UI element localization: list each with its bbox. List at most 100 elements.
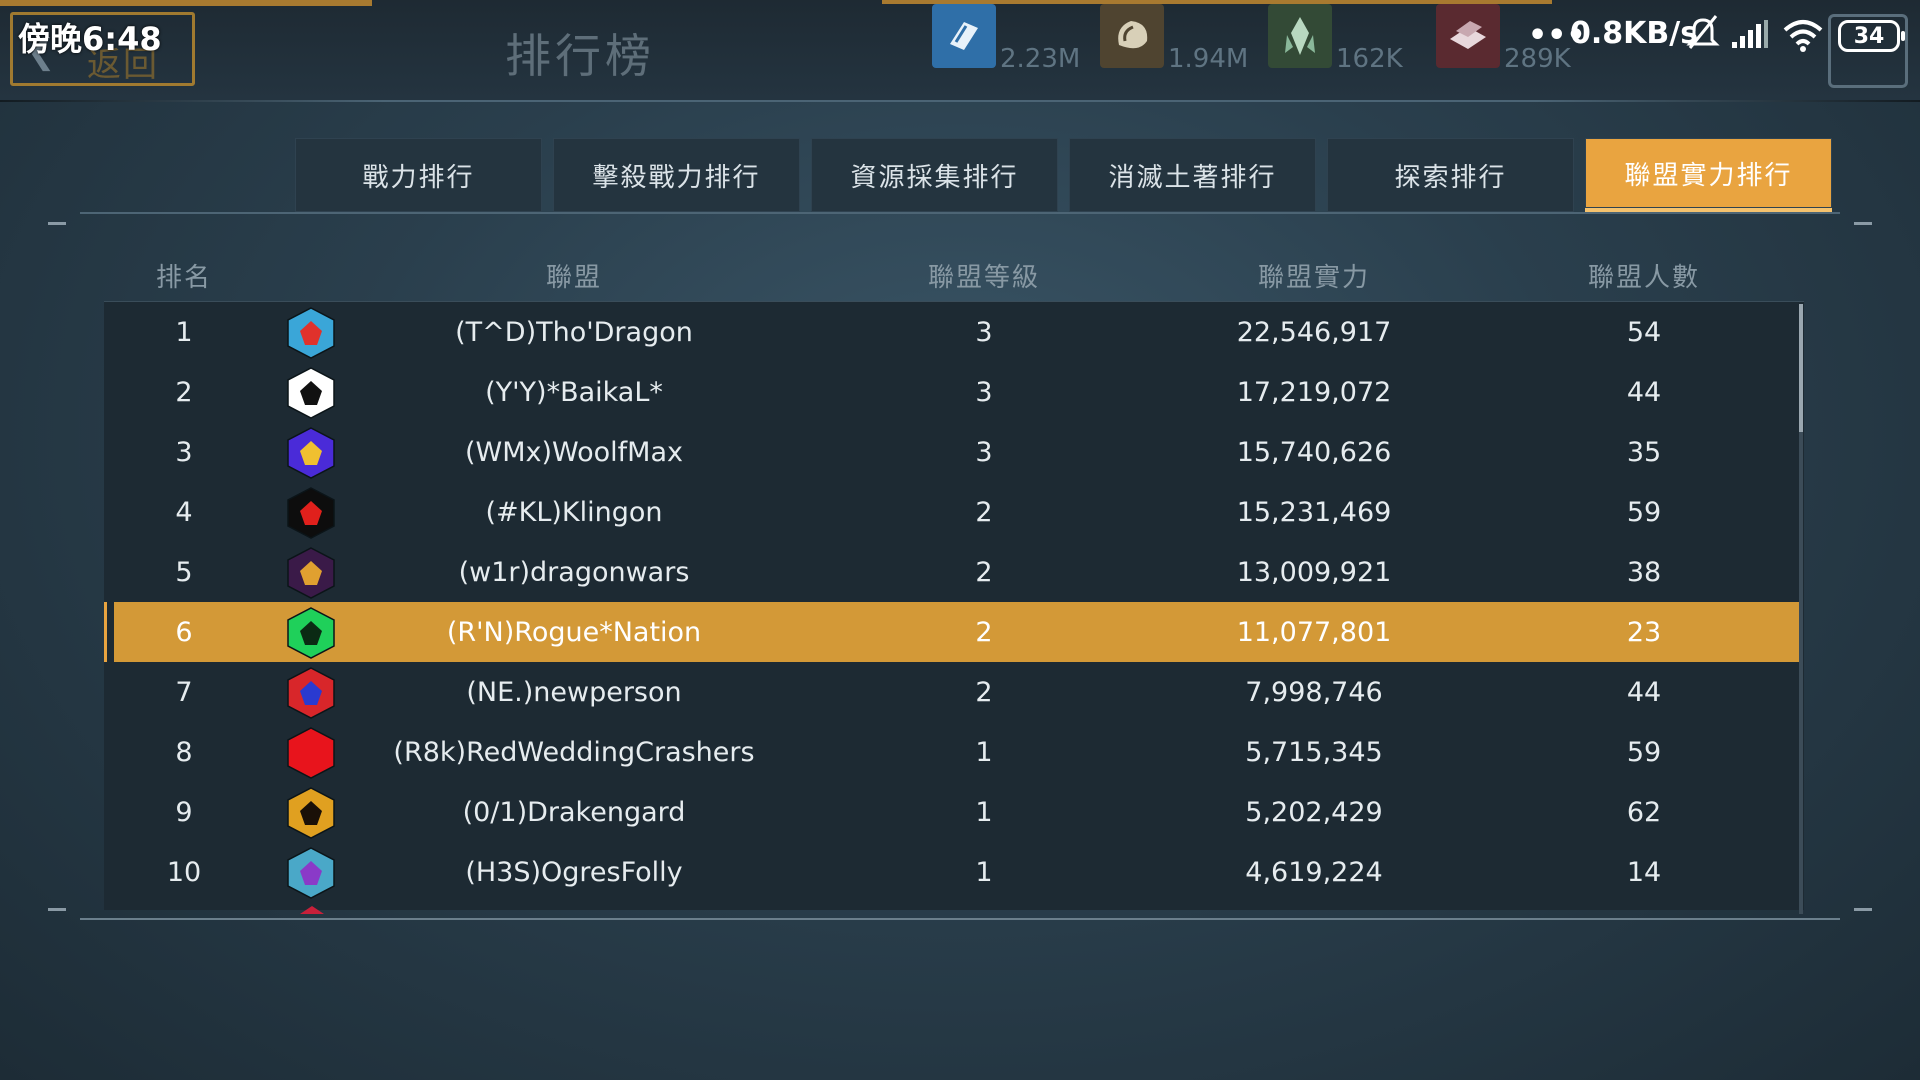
rank-cell: 2 [175,376,193,408]
tab-kill-power-ranking[interactable]: 擊殺戰力排行 [553,138,800,212]
tab-divider [80,212,1840,214]
alliance-name-cell: (WMx)WoolfMax [464,436,684,468]
table-row[interactable]: 9 (0/1)Drakengard 1 5,202,429 62 [104,782,1799,842]
power-cell: 4,619,224 [1245,856,1383,888]
members-cell: 54 [1626,316,1662,348]
level-cell: 2 [975,676,993,708]
level-cell: 2 [975,496,993,528]
members-cell: 44 [1626,676,1662,708]
tab-native-kill-ranking[interactable]: 消滅土著排行 [1069,138,1316,212]
power-cell: 15,740,626 [1236,436,1392,468]
scrollbar-thumb[interactable] [1799,304,1803,432]
top-accent-line [0,0,372,6]
alliance-name-cell: (R8k)RedWeddingCrashers [393,736,755,768]
power-cell: 17,219,072 [1236,376,1392,408]
column-power-header: 聯盟實力 [1257,262,1370,293]
table-row[interactable]: 3 (WMx)WoolfMax 3 15,740,626 35 [104,422,1799,482]
members-cell: 23 [1626,616,1662,648]
rank-cell: 9 [175,796,193,828]
rank-cell: 7 [175,676,193,708]
blue-star-emblem-icon [287,307,335,359]
metal-resource-icon [932,4,996,68]
members-cell: 44 [1626,376,1662,408]
alliance-name-cell: (0/1)Drakengard [462,796,686,828]
power-cell: 5,202,429 [1245,796,1383,828]
alliance-name-cell: (R'N)Rogue*Nation [446,616,702,648]
power-cell: 13,009,921 [1236,556,1392,588]
members-cell: 59 [1626,736,1662,768]
white-eagle-emblem-icon [287,367,335,419]
rank-cell: 1 [175,316,193,348]
highlight-marker [104,602,107,662]
rank-cell: 10 [166,856,202,888]
dark-winged-emblem-icon [287,547,335,599]
rank-cell: 6 [175,616,193,648]
members-cell: 35 [1626,436,1662,468]
rank-cell: 4 [175,496,193,528]
crystal-value: 162K [1336,44,1403,74]
column-rank-header: 排名 [155,262,212,293]
frame-corner-mark [48,908,66,911]
table-row[interactable]: 8 (R8k)RedWeddingCrashers 1 5,715,345 59 [104,722,1799,782]
green-helmet-emblem-icon [287,607,335,659]
column-alliance-header: 聯盟 [545,262,602,293]
table-row[interactable]: 4 (#KL)Klingon 2 15,231,469 59 [104,482,1799,542]
rank-cell: 8 [175,736,193,768]
level-cell: 1 [975,796,993,828]
crystal-resource-icon [1268,4,1332,68]
gold-bars-resource-icon [1436,4,1500,68]
power-cell: 7,998,746 [1245,676,1383,708]
column-members-header: 聯盟人數 [1587,262,1700,293]
alliance-name-cell: (Y'Y)*BaikaL* [485,376,663,408]
level-cell: 1 [975,856,993,888]
alliance-name-cell: (T^D)Tho'Dragon [455,316,693,348]
black-red-bird-emblem-icon [287,487,335,539]
tab-resource-gathering-ranking[interactable]: 資源採集排行 [811,138,1058,212]
red-plain-emblem-icon [287,727,335,779]
members-cell: 62 [1626,796,1662,828]
tab-alliance-power-ranking[interactable]: 聯盟實力排行 [1585,138,1832,212]
next-row-emblem-peek [300,906,324,914]
frame-corner-mark [1854,908,1872,911]
table-row[interactable]: 10 (H3S)OgresFolly 1 4,619,224 14 [104,842,1799,902]
tab-power-ranking[interactable]: 戰力排行 [295,138,542,212]
members-cell: 38 [1626,556,1662,588]
members-cell: 59 [1626,496,1662,528]
table-row[interactable]: 1 (T^D)Tho'Dragon 3 22,546,917 54 [104,302,1799,362]
table-row[interactable]: 6 (R'N)Rogue*Nation 2 11,077,801 23 [114,602,1799,662]
signal-icon [1730,18,1770,54]
level-cell: 2 [975,616,993,648]
table-row[interactable]: 7 (NE.)newperson 2 7,998,746 44 [104,662,1799,722]
status-time: 傍晚6:48 [18,20,162,58]
purple-serpent-emblem-icon [287,427,335,479]
alliance-name-cell: (NE.)newperson [466,676,682,708]
mute-bell-icon [1686,14,1720,54]
alliance-name-cell: (w1r)dragonwars [458,556,690,588]
wifi-icon [1782,18,1824,56]
rank-cell: 5 [175,556,193,588]
level-cell: 3 [975,376,993,408]
level-cell: 2 [975,556,993,588]
page-title: 排行榜 [505,29,655,83]
power-cell: 22,546,917 [1236,316,1392,348]
column-level-header: 聯盟等級 [927,262,1040,293]
ranking-tabs: 戰力排行 擊殺戰力排行 資源採集排行 消滅土著排行 探索排行 聯盟實力排行 [295,138,1832,212]
tab-exploration-ranking[interactable]: 探索排行 [1327,138,1574,212]
teal-shield-emblem-icon [287,847,335,899]
members-cell: 14 [1626,856,1662,888]
alliance-name-cell: (#KL)Klingon [485,496,663,528]
gold-dragon-emblem-icon [287,787,335,839]
red-blue-orb-emblem-icon [287,667,335,719]
level-cell: 3 [975,316,993,348]
battery-level: 34 [1853,23,1885,49]
table-row[interactable]: 5 (w1r)dragonwars 2 13,009,921 38 [104,542,1799,602]
ore-resource-icon [1100,4,1164,68]
table-row[interactable]: 2 (Y'Y)*BaikaL* 3 17,219,072 44 [104,362,1799,422]
ore-value: 1.94M [1168,44,1249,74]
metal-value: 2.23M [1000,44,1081,74]
power-cell: 11,077,801 [1236,616,1392,648]
power-cell: 15,231,469 [1236,496,1392,528]
table-bottom-divider [80,918,1840,920]
frame-corner-mark [1854,222,1872,225]
ranking-table[interactable]: 1 (T^D)Tho'Dragon 3 22,546,917 54 2 (Y'Y)*Baik… [104,302,1804,910]
